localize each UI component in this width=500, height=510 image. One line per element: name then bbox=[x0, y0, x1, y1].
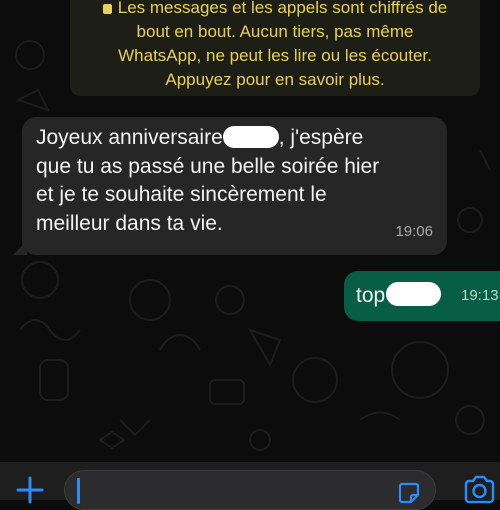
message-text-line: meilleur dans ta vie. bbox=[36, 211, 223, 235]
bubble-tail bbox=[13, 241, 27, 255]
message-timestamp: 19:13 bbox=[461, 287, 499, 304]
encryption-notice-line: Les messages et les appels sont chiffrés… bbox=[80, 0, 470, 20]
redacted-text bbox=[386, 282, 442, 306]
incoming-message[interactable]: Joyeux anniversaire, j'espère que tu as … bbox=[13, 117, 447, 255]
lock-icon bbox=[102, 4, 112, 14]
message-input[interactable] bbox=[64, 470, 436, 510]
message-text: top bbox=[356, 284, 386, 307]
redacted-name bbox=[222, 126, 279, 148]
sticker-icon[interactable] bbox=[397, 481, 421, 505]
message-text-line: Joyeux anniversaire, j'espère bbox=[36, 126, 364, 149]
text-caret bbox=[77, 478, 80, 504]
message-timestamp: 19:06 bbox=[395, 222, 433, 240]
encryption-notice-line: bout en bout. Aucun tiers, pas même bbox=[136, 22, 414, 41]
composer-bar bbox=[0, 462, 500, 510]
message-text-line: que tu as passé une belle soirée hier bbox=[36, 154, 380, 178]
message-text-line: et je te souhaite sincèrement le bbox=[36, 183, 327, 206]
encryption-notice-line: Appuyez pour en savoir plus. bbox=[165, 70, 385, 89]
encryption-notice-line: WhatsApp, ne peut les lire ou les écoute… bbox=[118, 46, 432, 65]
camera-icon[interactable] bbox=[462, 472, 496, 506]
encryption-notice[interactable]: Les messages et les appels sont chiffrés… bbox=[70, 0, 480, 96]
plus-icon[interactable] bbox=[14, 474, 46, 506]
outgoing-message[interactable]: top 19:13 bbox=[344, 271, 500, 321]
